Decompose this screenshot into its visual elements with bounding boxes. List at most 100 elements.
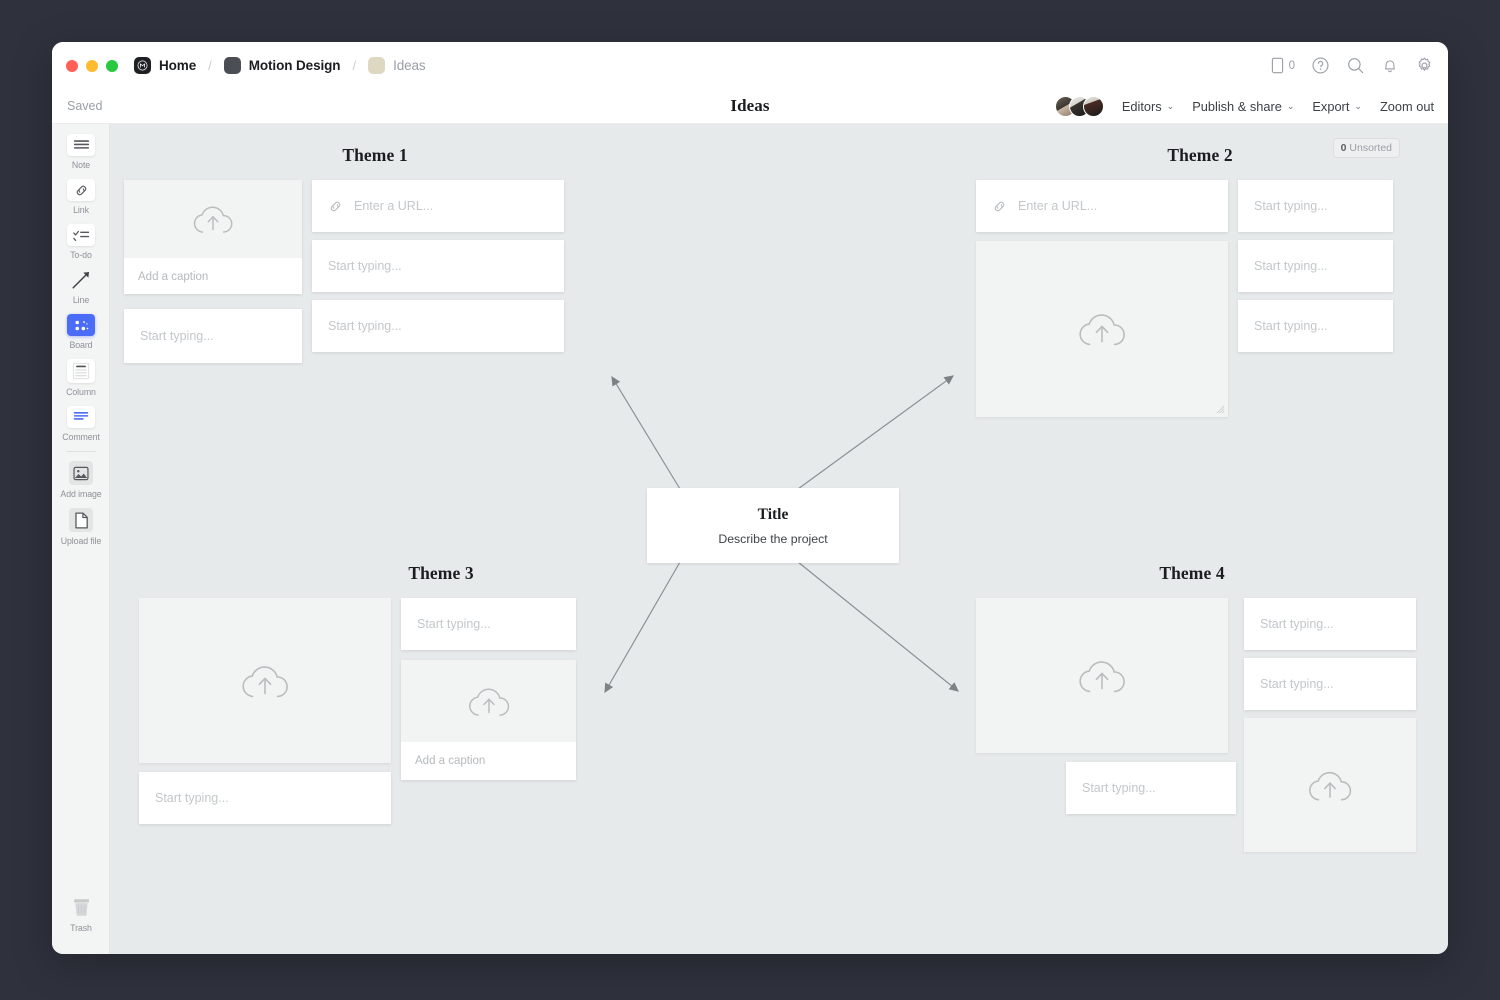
- sidebar-tool-label: Upload file: [60, 536, 102, 546]
- cloud-upload-icon: [1309, 771, 1352, 800]
- sidebar-tool-label: Trash: [70, 923, 92, 933]
- sidebar-tool-line[interactable]: Line: [52, 269, 110, 305]
- chevron-down-icon: ⌄: [1286, 100, 1295, 111]
- tool-sidebar: Note Link To-do Line Board Column Commen…: [52, 124, 110, 954]
- sidebar-tool-column[interactable]: Column: [52, 359, 110, 397]
- theme-4-note-card-2[interactable]: Start typing...: [1244, 658, 1416, 710]
- breadcrumb-item-ideas[interactable]: Ideas: [368, 57, 426, 74]
- note-placeholder[interactable]: Start typing...: [1238, 300, 1393, 352]
- arrow-to-theme-3: [604, 561, 681, 694]
- note-placeholder[interactable]: Start typing...: [401, 598, 576, 650]
- editor-avatars[interactable]: [1054, 95, 1104, 117]
- sidebar-tool-todo[interactable]: To-do: [52, 224, 110, 260]
- maximize-window-button[interactable]: [106, 59, 118, 72]
- theme-2-link-card[interactable]: Enter a URL...: [976, 180, 1228, 232]
- theme-1-image-card[interactable]: Add a caption: [124, 180, 302, 294]
- theme-1-title: Theme 1: [342, 145, 408, 165]
- note-placeholder[interactable]: Start typing...: [1066, 762, 1236, 814]
- theme-3-image-card-2[interactable]: Add a caption: [401, 660, 576, 780]
- editors-label: Editors: [1121, 98, 1162, 114]
- sidebar-tool-upload-file[interactable]: Upload file: [52, 508, 110, 546]
- close-window-button[interactable]: [66, 59, 78, 72]
- sidebar-tool-trash[interactable]: Trash: [52, 895, 110, 933]
- sidebar-tool-note[interactable]: Note: [52, 134, 110, 170]
- note-placeholder[interactable]: Start typing...: [1238, 240, 1393, 292]
- theme-1-note-card-1[interactable]: Start typing...: [124, 309, 302, 363]
- cloud-upload-icon: [1079, 314, 1125, 346]
- chevron-down-icon: ⌄: [1166, 100, 1175, 111]
- sidebar-tool-comment[interactable]: Comment: [52, 406, 110, 442]
- center-card-subtitle: Describe the project: [718, 531, 828, 546]
- sidebar-tool-link[interactable]: Link: [52, 179, 110, 215]
- sidebar-tool-label: Note: [71, 160, 91, 170]
- resize-handle[interactable]: [1216, 405, 1225, 414]
- theme-3-image-card-1[interactable]: [139, 598, 391, 763]
- sidebar-tool-add-image[interactable]: Add image: [52, 461, 110, 499]
- image-drop-area[interactable]: [124, 180, 302, 258]
- note-placeholder[interactable]: Start typing...: [1244, 658, 1416, 710]
- avatar: [1082, 95, 1104, 117]
- title-bar-actions: 0: [1270, 42, 1434, 89]
- cloud-upload-icon: [242, 665, 288, 697]
- note-placeholder[interactable]: Start typing...: [139, 772, 391, 824]
- center-title-card[interactable]: Title Describe the project: [647, 488, 899, 563]
- note-placeholder[interactable]: Start typing...: [312, 300, 564, 352]
- unsorted-badge[interactable]: 0 Unsorted: [1332, 138, 1400, 158]
- publish-label: Publish & share: [1192, 98, 1282, 114]
- url-placeholder: Enter a URL...: [354, 199, 434, 213]
- breadcrumb-item-home[interactable]: Home: [134, 57, 196, 74]
- theme-2-note-card-2[interactable]: Start typing...: [1238, 240, 1393, 292]
- breadcrumb-label-home: Home: [159, 58, 197, 73]
- theme-1-link-card[interactable]: Enter a URL...: [312, 180, 564, 232]
- breadcrumb-label-motion-design: Motion Design: [248, 58, 341, 73]
- image-caption-input[interactable]: Add a caption: [124, 258, 302, 296]
- theme-1-note-card-3[interactable]: Start typing...: [312, 300, 564, 352]
- sidebar-tool-label: Line: [72, 295, 90, 305]
- sidebar-tool-label: Column: [66, 387, 96, 397]
- sidebar-tool-board[interactable]: Board: [52, 314, 110, 350]
- theme-4-image-card-1[interactable]: [976, 598, 1228, 753]
- theme-4-image-card-2[interactable]: [1244, 718, 1416, 852]
- note-placeholder[interactable]: Start typing...: [1238, 180, 1393, 232]
- board-canvas[interactable]: 0 Unsorted Theme 1 Add a caption Start t…: [110, 124, 1448, 954]
- image-drop-area[interactable]: [401, 660, 576, 742]
- theme-2-image-card[interactable]: [976, 241, 1228, 417]
- document-toolbar-actions: Editors ⌄ Publish & share ⌄ Export ⌄ Zoo…: [1054, 95, 1434, 117]
- cloud-upload-icon: [193, 206, 233, 233]
- note-placeholder[interactable]: Start typing...: [312, 240, 564, 292]
- editors-menu[interactable]: Editors ⌄: [1122, 99, 1174, 114]
- arrow-to-theme-4: [797, 561, 959, 692]
- theme-4-note-card-3[interactable]: Start typing...: [1066, 762, 1236, 814]
- document-toolbar: Saved Ideas Editors ⌄ Publish & share ⌄ …: [52, 89, 1448, 124]
- theme-3-note-card-2[interactable]: Start typing...: [401, 598, 576, 650]
- sidebar-tool-label: Comment: [62, 432, 100, 442]
- theme-4-note-card-1[interactable]: Start typing...: [1244, 598, 1416, 650]
- breadcrumb: Home / Motion Design / Ideas: [134, 57, 426, 74]
- export-menu[interactable]: Export ⌄: [1312, 99, 1362, 114]
- line-arrow-icon: [67, 269, 95, 291]
- theme-4-title: Theme 4: [1159, 563, 1225, 583]
- theme-3-title: Theme 3: [408, 563, 474, 583]
- notifications-bell-icon[interactable]: [1381, 56, 1399, 75]
- theme-1-note-card-2[interactable]: Start typing...: [312, 240, 564, 292]
- theme-2-note-card-3[interactable]: Start typing...: [1238, 300, 1393, 352]
- search-icon[interactable]: [1346, 56, 1365, 75]
- app-window: Home / Motion Design / Ideas 0 Saved Ide…: [52, 42, 1448, 954]
- note-placeholder[interactable]: Start typing...: [124, 309, 302, 363]
- theme-3-note-card-1[interactable]: Start typing...: [139, 772, 391, 824]
- help-icon[interactable]: [1311, 56, 1330, 75]
- minimize-window-button[interactable]: [86, 59, 98, 72]
- export-label: Export: [1312, 98, 1350, 114]
- image-caption-input[interactable]: Add a caption: [401, 742, 576, 780]
- publish-and-share-menu[interactable]: Publish & share ⌄: [1192, 99, 1294, 114]
- unsorted-label: Unsorted: [1349, 142, 1392, 154]
- settings-gear-icon[interactable]: [1415, 56, 1434, 75]
- sidebar-tool-label: Link: [73, 205, 89, 215]
- breadcrumb-separator-1: /: [208, 58, 212, 73]
- zoom-out-button[interactable]: Zoom out: [1380, 99, 1434, 114]
- theme-2-title: Theme 2: [1167, 145, 1233, 165]
- mobile-icon-group[interactable]: 0: [1270, 57, 1295, 74]
- note-placeholder[interactable]: Start typing...: [1244, 598, 1416, 650]
- theme-2-note-card-1[interactable]: Start typing...: [1238, 180, 1393, 232]
- breadcrumb-item-motion-design[interactable]: Motion Design: [223, 57, 341, 74]
